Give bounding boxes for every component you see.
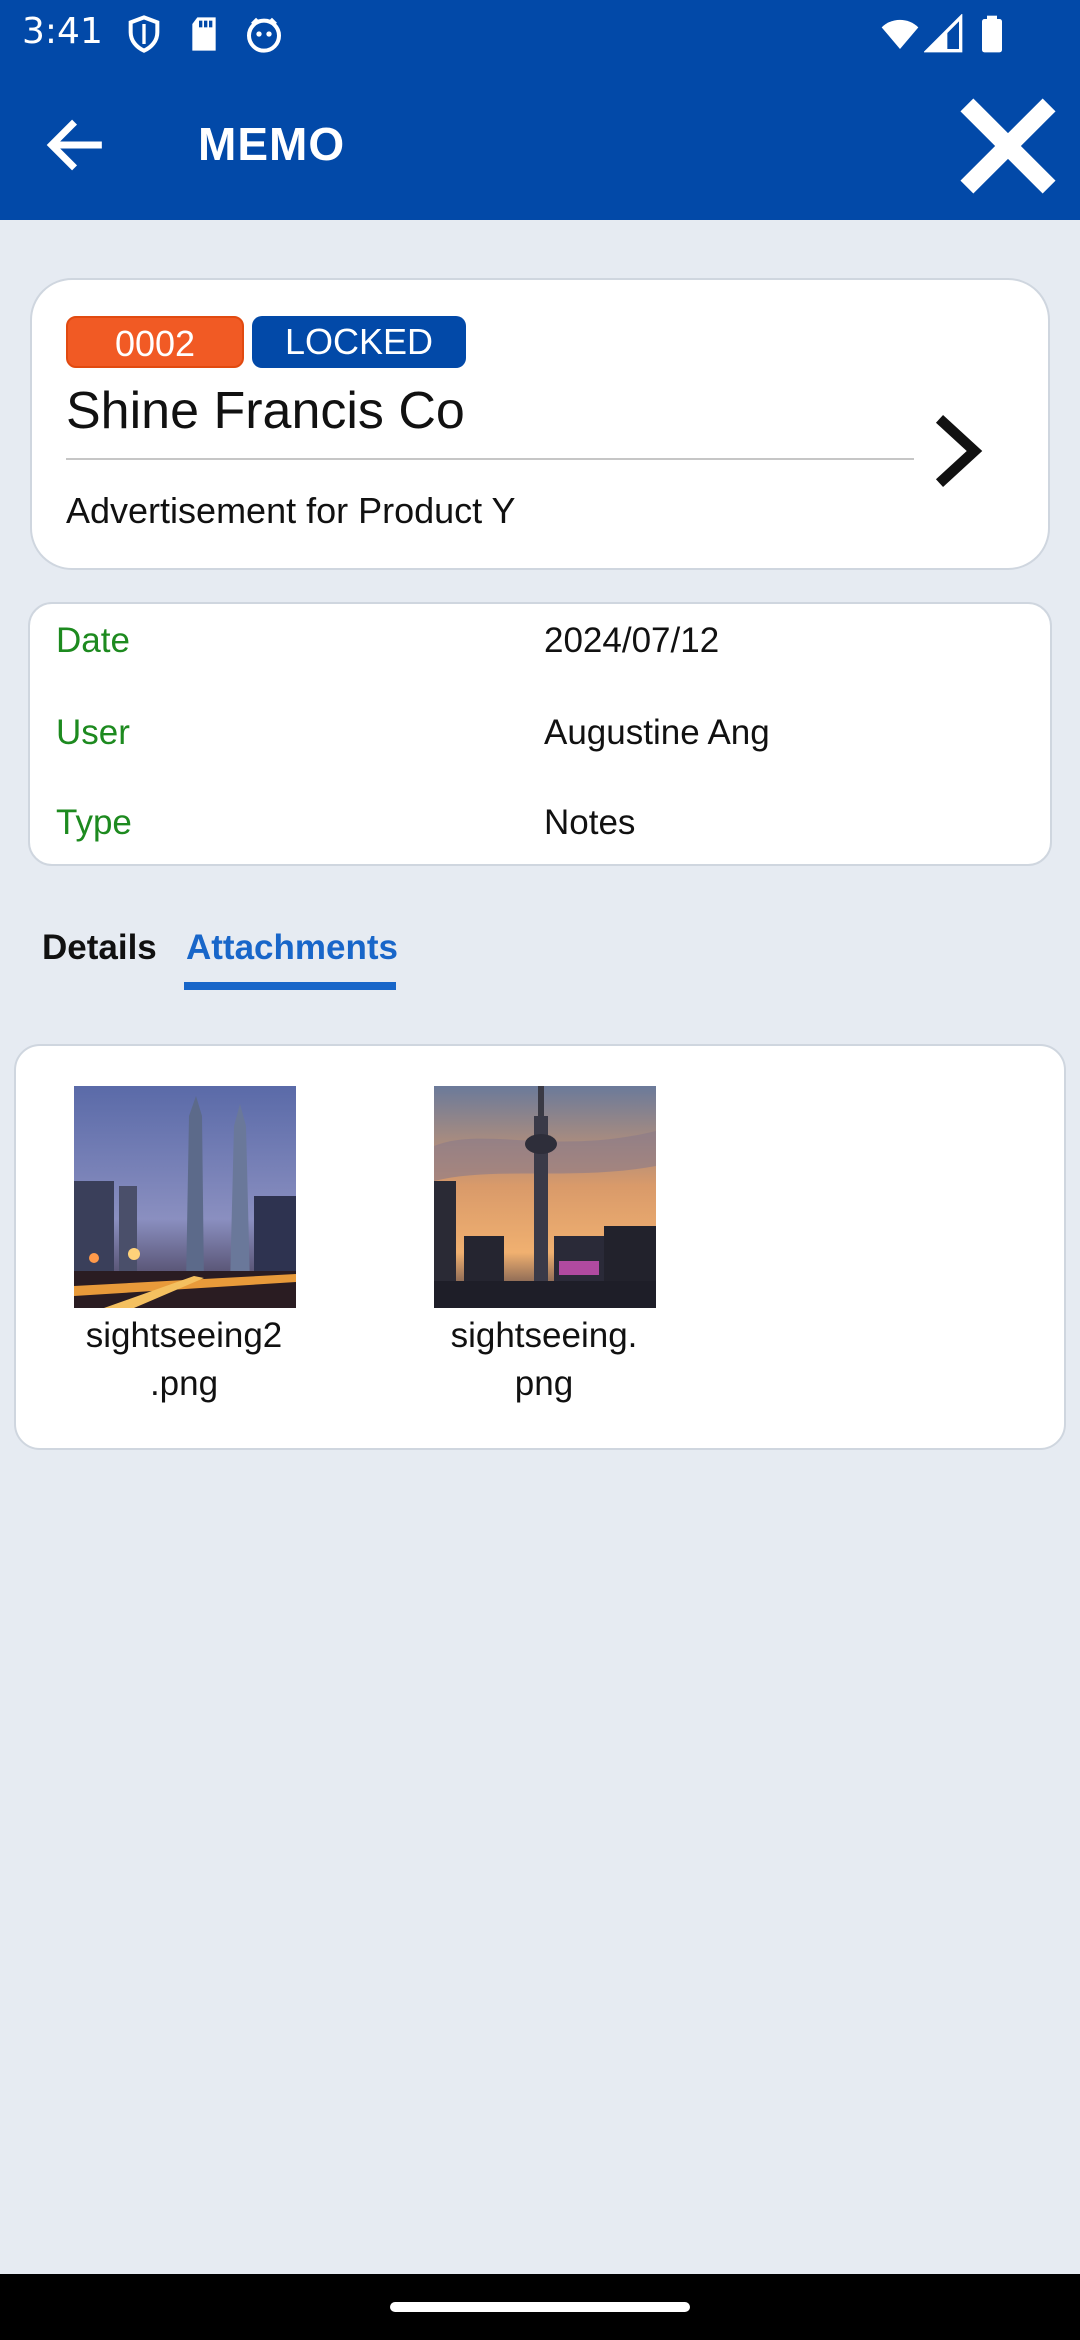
face-icon (247, 17, 281, 53)
memo-subject: Advertisement for Product Y (66, 490, 516, 531)
type-label: Type (56, 803, 132, 842)
memo-info-card: Date 2024/07/12 User Augustine Ang Type … (28, 602, 1052, 866)
battery-icon (982, 15, 1002, 53)
date-label: Date (56, 621, 130, 660)
image-thumbnail[interactable] (74, 1086, 296, 1308)
page-title: MEMO (198, 118, 346, 170)
sd-card-icon (192, 17, 216, 51)
date-value: 2024/07/12 (544, 621, 720, 660)
arrow-left-icon[interactable] (40, 110, 110, 180)
type-value: Notes (544, 803, 636, 842)
chevron-right-icon[interactable] (922, 406, 992, 496)
attachment-name-line: sightseeing. (450, 1316, 638, 1355)
shield-icon (128, 15, 160, 53)
tab-details[interactable]: Details (42, 920, 157, 976)
user-value: Augustine Ang (544, 713, 770, 752)
attachment-name-line: .png (149, 1364, 219, 1403)
memo-id-badge: 0002 (66, 316, 244, 368)
divider (66, 458, 914, 460)
attachments-panel: sightseeing2 .png sightseeing. png (14, 1044, 1066, 1450)
wifi-icon (881, 19, 919, 49)
tab-bar: Details Attachments (0, 920, 1080, 1000)
tab-attachments[interactable]: Attachments (186, 920, 398, 976)
user-label: User (56, 713, 130, 752)
status-bar: 3:41 (0, 0, 1080, 66)
image-thumbnail[interactable] (434, 1086, 656, 1308)
signal-icon (924, 14, 963, 53)
memo-header-card[interactable]: 0002 LOCKED Shine Francis Co Advertiseme… (30, 278, 1050, 570)
attachment-name-line: sightseeing2 (85, 1316, 283, 1355)
company-name: Shine Francis Co (66, 382, 465, 440)
status-time: 3:41 (22, 11, 103, 52)
attachment-name: sightseeing2 .png (34, 1312, 334, 1408)
attachment-name-line: png (514, 1364, 574, 1403)
system-nav-bar (0, 2274, 1080, 2340)
app-bar: MEMO (0, 66, 1080, 220)
active-tab-indicator (184, 982, 396, 990)
status-badge: LOCKED (252, 316, 466, 368)
home-indicator[interactable] (390, 2302, 690, 2312)
attachment-name: sightseeing. png (394, 1312, 694, 1408)
close-icon[interactable] (956, 94, 1060, 198)
